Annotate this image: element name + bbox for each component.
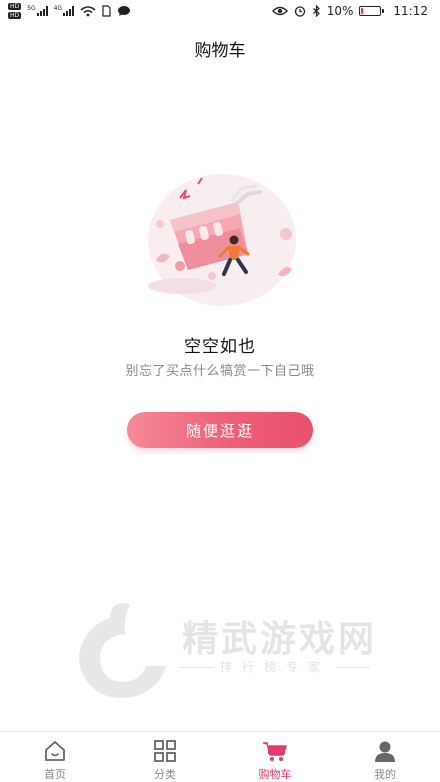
grid-icon [152,738,178,764]
user-icon [372,738,398,764]
eye-icon [271,6,288,16]
watermark-logo-icon [79,603,166,698]
browse-button[interactable]: 随便逛逛 [127,412,313,448]
hd-badge: HD [8,3,22,10]
bottom-tab-bar: 首页 分类 购物车 我的 [0,731,440,782]
battery-percent: 10% [326,4,354,18]
bluetooth-icon [312,5,320,17]
clock: 11:12 [393,4,428,18]
empty-subtitle: 别忘了买点什么犒赏一下自己哦 [125,364,315,379]
alarm-icon [294,6,305,17]
hd-indicator: HD HD [8,3,22,19]
tab-home[interactable]: 首页 [0,732,110,782]
chat-icon [118,6,131,16]
tab-label: 我的 [374,768,396,781]
status-right: 10% 11:12 [271,4,428,18]
ball-icon [175,261,185,271]
tab-label: 分类 [154,768,176,781]
signal-icon: 4G [53,5,75,16]
network-type-label: 4G [53,5,63,12]
battery-icon [359,6,385,16]
signal-icon: 5G [27,5,48,16]
tab-category[interactable]: 分类 [110,732,220,782]
cart-icon [262,738,288,764]
sim-icon [102,5,111,17]
ball-icon [208,272,216,280]
wifi-icon [80,6,96,17]
network-type-label: 5G [27,5,36,12]
watermark: 精武游戏网 排行榜专家 [70,596,430,706]
home-icon [42,738,68,764]
watermark-text: 精武游戏网 [182,619,378,660]
empty-cart-illustration [148,174,296,306]
status-bar: HD HD 5G 4G 10% 11:12 [0,0,440,26]
ball-icon [156,220,164,228]
tab-label: 购物车 [258,768,292,781]
page-title: 购物车 [194,41,246,61]
empty-title: 空空如也 [184,337,256,357]
hd-badge: HD [8,12,22,19]
tab-label: 首页 [44,768,66,781]
tab-cart[interactable]: 购物车 [220,732,330,782]
shadow [148,278,216,294]
watermark-subtext: 排行榜专家 [174,658,376,675]
status-left: HD HD 5G 4G [8,3,131,19]
tab-mine[interactable]: 我的 [330,732,440,782]
ball-icon [280,228,292,240]
